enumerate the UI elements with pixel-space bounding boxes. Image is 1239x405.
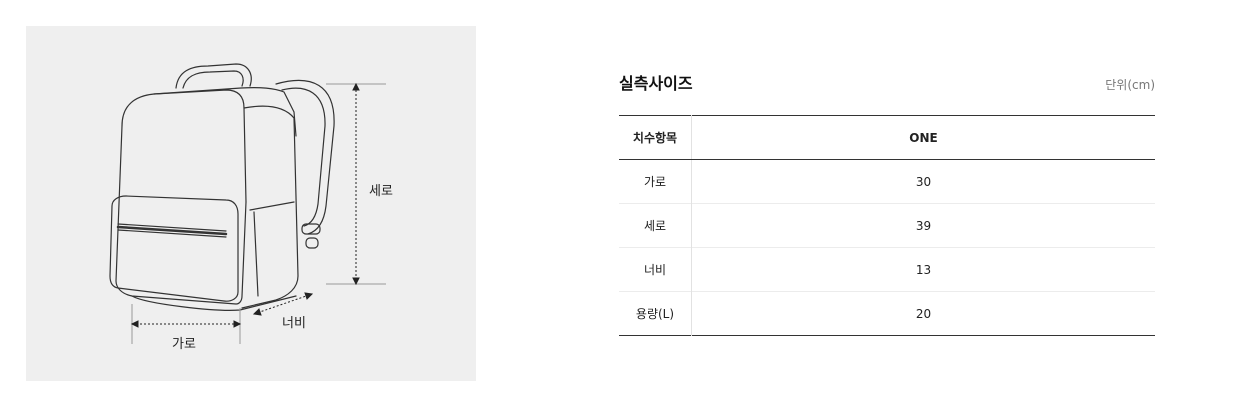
size-table-header-label: 치수항목 xyxy=(619,115,692,160)
height-label: 세로 xyxy=(369,184,393,199)
backpack-illustration-panel: 세로 가로 너비 xyxy=(26,26,476,381)
row-value: 30 xyxy=(915,174,932,189)
table-row: 가로 30 xyxy=(619,159,1155,204)
table-row: 세로 39 xyxy=(619,203,1155,248)
size-table: 치수항목 ONE 가로 30 세로 39 너비 13 용량(L) 20 xyxy=(619,115,1155,336)
row-value: 39 xyxy=(691,203,1155,248)
row-label: 너비 xyxy=(619,247,692,292)
row-value: 13 xyxy=(691,247,1155,292)
size-table-header-row: 치수항목 ONE xyxy=(619,115,1155,160)
row-label: 가로 xyxy=(619,159,692,204)
row-label: 세로 xyxy=(619,203,692,248)
depth-label: 너비 xyxy=(282,316,306,331)
size-table-column-one: ONE xyxy=(691,115,1155,160)
table-row: 용량(L) 20 xyxy=(619,291,1155,336)
table-row: 너비 13 xyxy=(619,247,1155,292)
size-unit: 단위(cm) xyxy=(1105,78,1155,92)
size-title: 실측사이즈 xyxy=(619,74,693,93)
row-value: 20 xyxy=(691,291,1155,336)
row-label: 용량(L) xyxy=(619,291,692,336)
backpack-icon xyxy=(109,63,386,344)
width-label: 가로 xyxy=(172,337,196,352)
